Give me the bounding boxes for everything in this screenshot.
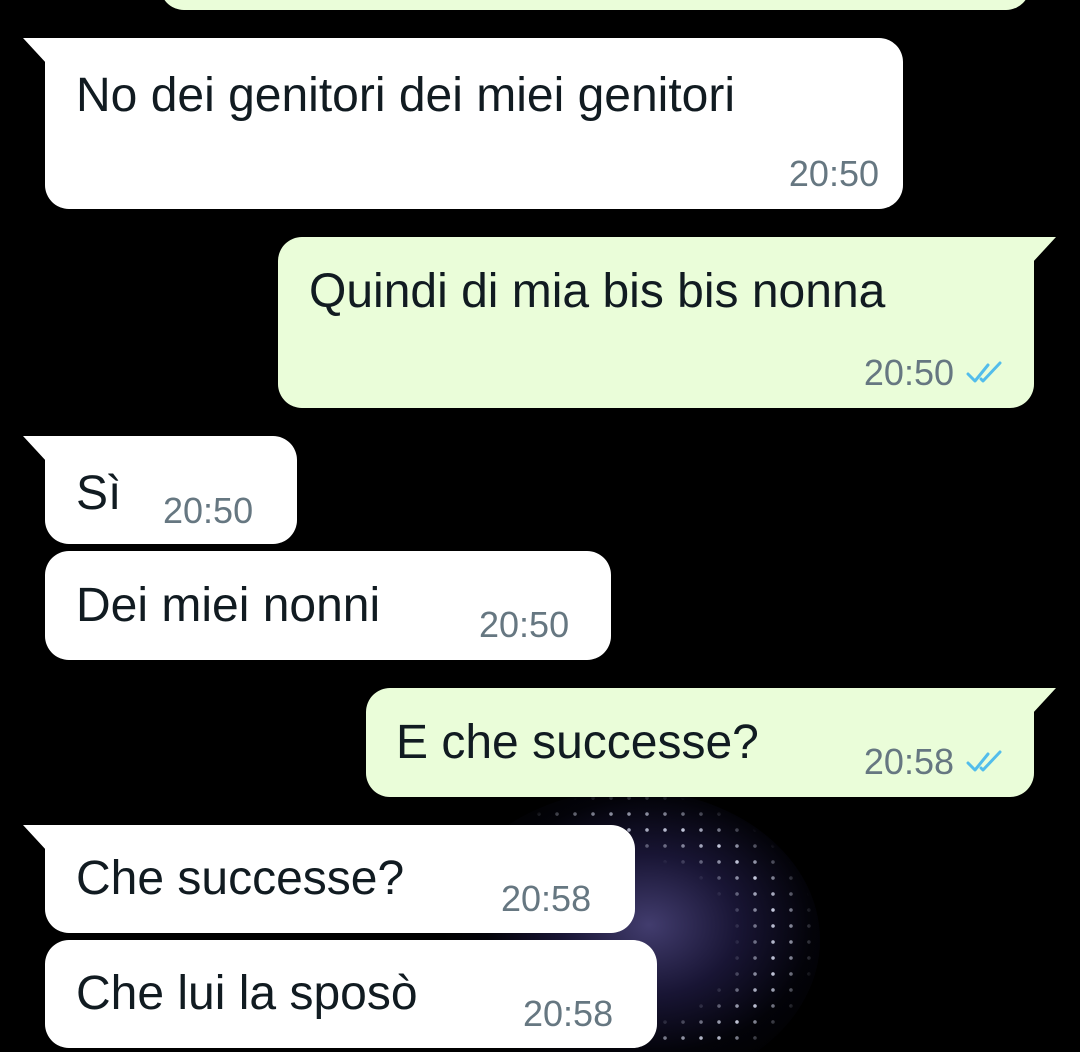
message-timestamp: 20:50 — [863, 352, 954, 393]
message-timestamp: 20:58 — [863, 741, 954, 782]
message-bubble-outgoing[interactable]: E che successe? 20:58 — [366, 688, 1056, 797]
message-text: No dei genitori dei miei genitori — [76, 69, 736, 122]
message-text: Dei miei nonni — [76, 579, 381, 632]
message-timestamp: 20:50 — [788, 153, 879, 194]
double-check-icon — [966, 750, 1002, 772]
bubble-tail — [23, 825, 47, 851]
chat-conversation[interactable]: No dei genitori dei miei genitori 20:50 … — [0, 0, 1080, 1052]
message-text: Quindi di mia bis bis nonna — [309, 265, 886, 318]
message-time: 20:50 — [163, 491, 253, 531]
message-text: Che successe? — [76, 852, 405, 905]
message-time: 20:58 — [501, 879, 591, 919]
message-text: Sì — [76, 467, 122, 520]
bubble-tail — [1032, 688, 1056, 714]
message-text: E che successe? — [396, 716, 759, 769]
message-bubble-incoming[interactable]: Sì 20:50 — [23, 436, 297, 544]
message-timestamp: 20:50 — [163, 490, 254, 531]
message-timestamp: 20:50 — [479, 604, 570, 645]
message-bubble-outgoing[interactable]: Quindi di mia bis bis nonna 20:50 — [278, 237, 1056, 408]
bubble-tail — [23, 38, 47, 64]
message-time: 20:58 — [864, 742, 1004, 782]
bubble-tail — [1032, 237, 1056, 263]
message-bubble-partial[interactable] — [160, 0, 1030, 10]
message-bubble-incoming[interactable]: Che successe? 20:58 — [23, 825, 635, 933]
message-time: 20:50 — [479, 605, 569, 645]
message-bubble-incoming[interactable]: Che lui la sposò 20:58 — [45, 940, 657, 1048]
message-time: 20:50 — [789, 154, 879, 194]
message-time: 20:50 — [864, 353, 1004, 393]
double-check-icon — [966, 361, 1002, 383]
message-time: 20:58 — [523, 994, 613, 1034]
bubble-tail — [23, 436, 47, 462]
message-timestamp: 20:58 — [523, 993, 614, 1034]
message-bubble-incoming[interactable]: No dei genitori dei miei genitori 20:50 — [23, 38, 903, 209]
message-text: Che lui la sposò — [76, 967, 418, 1020]
message-bubble-incoming[interactable]: Dei miei nonni 20:50 — [45, 551, 611, 660]
message-timestamp: 20:58 — [501, 878, 592, 919]
